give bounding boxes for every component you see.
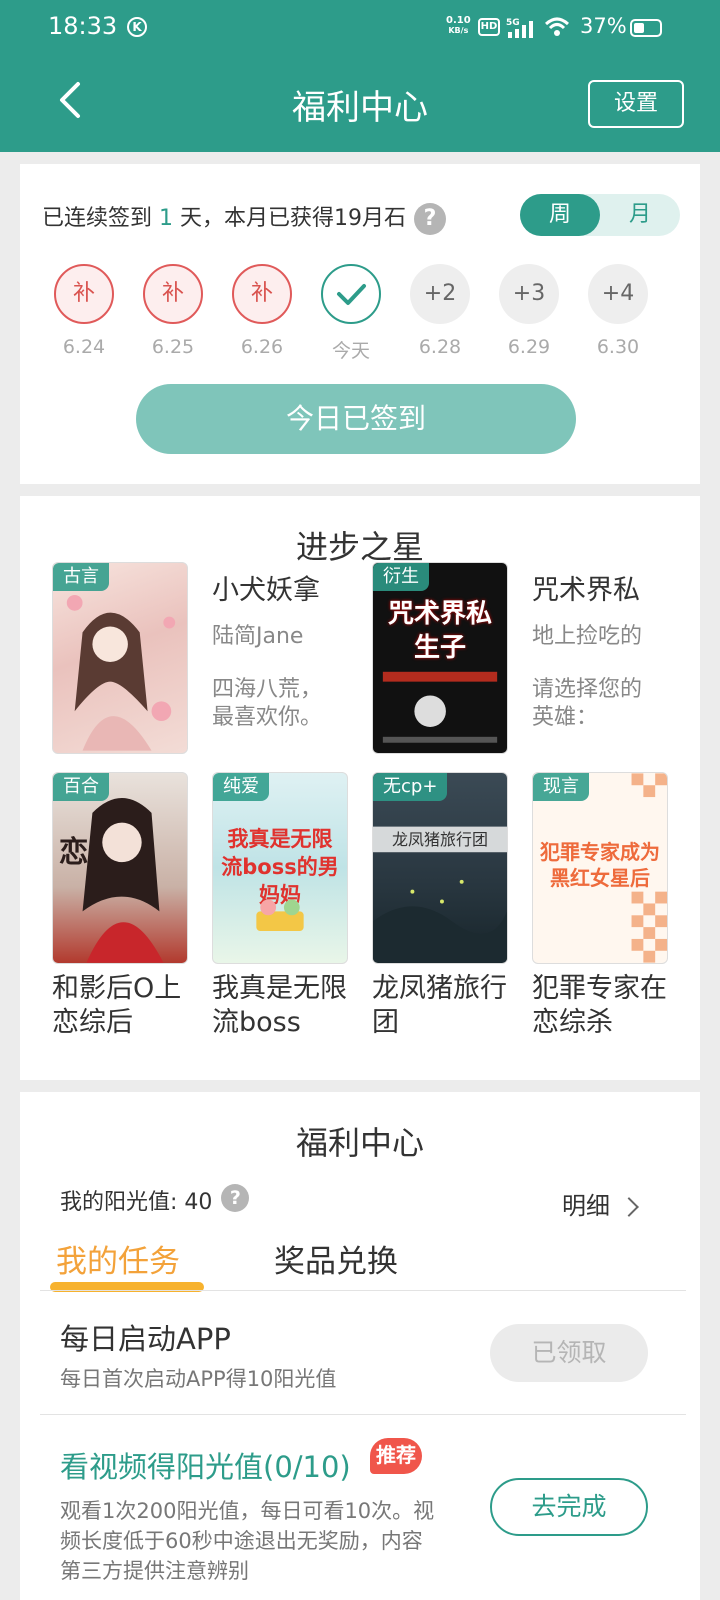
signin-card: 已连续签到 1 天，本月已获得19月石? 周 月 补 6.24 补 6.25 补… — [20, 164, 700, 484]
k-app-icon: K — [127, 17, 147, 37]
book-cover[interactable]: 现言 犯罪专家成为黑红女星后 — [532, 772, 668, 964]
book-cover[interactable]: 纯爱 我真是无限流boss的男妈妈 — [212, 772, 348, 964]
task-desc: 观看1次200阳光值，每日可看10次。视频长度低于60秒中途退出无奖励，内容第三… — [60, 1499, 435, 1583]
tab-my-tasks[interactable]: 我的任务 — [56, 1236, 180, 1281]
book-cover[interactable]: 百合 恋 — [52, 772, 188, 964]
day-date: 6.25 — [151, 336, 195, 358]
day-date: 6.24 — [62, 336, 106, 358]
genre-tag: 百合 — [53, 773, 109, 801]
day-date: 今天 — [331, 340, 370, 362]
day-item-today: 今天 — [321, 264, 381, 363]
day-item[interactable]: 补 6.26 — [232, 264, 292, 358]
book-title[interactable]: 和影后O上恋综后 — [52, 972, 192, 1040]
day-date: 6.29 — [507, 336, 551, 358]
makeup-signin-button[interactable]: 补 — [54, 264, 114, 324]
cover-title-art: 犯罪专家成为黑红女星后 — [540, 840, 660, 890]
signin-days: 补 6.24 补 6.25 补 6.26 今天 +2 6.28 +3 6.29 — [54, 264, 694, 364]
day-item[interactable]: 补 6.24 — [54, 264, 114, 358]
day-date: 6.28 — [418, 336, 462, 358]
net-speed-indicator: 0.10 KB/s — [446, 15, 471, 36]
settings-button[interactable]: 设置 — [588, 80, 684, 128]
day-item[interactable]: 补 6.25 — [143, 264, 203, 358]
welfare-card: 福利中心 我的阳光值: 40 ? 明细 我的任务 奖品兑换 每日启动APP 每日… — [20, 1092, 700, 1600]
section-title: 福利中心 — [295, 1124, 424, 1162]
book-title[interactable]: 小犬妖拿 — [212, 568, 320, 607]
battery-percent: 37% — [580, 14, 627, 38]
book-cover[interactable]: 衍生 咒术界私生子 — [372, 562, 508, 754]
book-author: 陆简Jane — [212, 624, 304, 649]
go-complete-button[interactable]: 去完成 — [490, 1478, 648, 1536]
svg-text:恋: 恋 — [59, 834, 89, 869]
day-item: +3 6.29 — [499, 264, 559, 358]
progress-stars-card: 进步之星 古言 小犬妖拿 陆简Jane 四海八荒，最喜欢你。 衍生 咒术界私生子… — [20, 496, 700, 1080]
toggle-week[interactable]: 周 — [520, 194, 600, 236]
book-cover[interactable]: 古言 — [52, 562, 188, 754]
recommend-badge: 推荐 — [370, 1438, 422, 1474]
day-item: +4 6.30 — [588, 264, 648, 358]
book-author: 地上捡吃的 — [532, 624, 643, 649]
cover-illustration — [256, 899, 304, 932]
genre-tag: 无cp+ — [373, 773, 448, 801]
task-desc: 每日首次启动APP得10阳光值 — [60, 1367, 337, 1391]
wifi-icon — [545, 17, 569, 36]
svg-text:5G: 5G — [506, 18, 520, 28]
divider — [40, 1414, 686, 1415]
check-icon — [337, 284, 366, 305]
genre-tag: 古言 — [53, 563, 109, 591]
book-desc: 请选择您的英雄： — [532, 677, 643, 730]
book-title[interactable]: 犯罪专家在恋综杀 — [532, 972, 672, 1040]
genre-tag: 衍生 — [373, 563, 429, 591]
task-name: 看视频得阳光值(0/10) — [60, 1450, 351, 1484]
book-desc: 四海八荒，最喜欢你。 — [212, 677, 323, 730]
future-reward: +3 — [499, 264, 559, 324]
signed-today-button[interactable]: 今日已签到 — [136, 384, 576, 454]
task-name: 每日启动APP — [60, 1322, 231, 1356]
status-bar: 18:33 K 0.10 KB/s HD 5G 37% — [0, 0, 720, 56]
status-time: 18:33 — [48, 12, 118, 40]
help-icon[interactable]: ? — [221, 1184, 250, 1212]
makeup-signin-button[interactable]: 补 — [232, 264, 292, 324]
app-header: 18:33 K 0.10 KB/s HD 5G 37% 福利中心 设置 — [0, 0, 720, 152]
makeup-signin-button[interactable]: 补 — [143, 264, 203, 324]
future-reward: +4 — [588, 264, 648, 324]
day-item: +2 6.28 — [410, 264, 470, 358]
chevron-right-icon — [619, 1197, 639, 1217]
divider — [40, 1290, 686, 1291]
signal-icon: 5G — [506, 18, 533, 38]
period-toggle: 周 月 — [520, 194, 680, 236]
genre-tag: 现言 — [533, 773, 589, 801]
hd-icon: HD — [478, 18, 500, 36]
cover-illustration — [373, 826, 507, 963]
cover-illustration — [382, 671, 498, 743]
cover-illustration — [66, 594, 176, 751]
today-check — [321, 264, 381, 324]
tab-prize-exchange[interactable]: 奖品兑换 — [274, 1236, 398, 1281]
cover-title-art: 龙凤猪旅行团 — [391, 830, 488, 849]
future-reward: +2 — [410, 264, 470, 324]
book-title[interactable]: 龙凤猪旅行团 — [372, 972, 512, 1040]
battery-icon — [630, 19, 662, 37]
signin-streak-text: 已连续签到 1 天，本月已获得19月石? — [42, 200, 447, 235]
day-date: 6.30 — [596, 336, 640, 358]
cover-illustration: 恋 — [59, 798, 164, 963]
genre-tag: 纯爱 — [213, 773, 269, 801]
help-icon[interactable]: ? — [414, 203, 447, 235]
toggle-month[interactable]: 月 — [600, 194, 680, 236]
claimed-button[interactable]: 已领取 — [490, 1324, 648, 1382]
book-cover[interactable]: 无cp+ 龙凤猪旅行团 — [372, 772, 508, 964]
book-title[interactable]: 我真是无限流boss — [212, 972, 352, 1040]
day-date: 6.26 — [240, 336, 284, 358]
book-title[interactable]: 咒术界私 — [532, 568, 640, 607]
detail-link[interactable]: 明细 — [562, 1186, 639, 1221]
sunshine-value: 我的阳光值: 40 ? — [60, 1184, 250, 1216]
